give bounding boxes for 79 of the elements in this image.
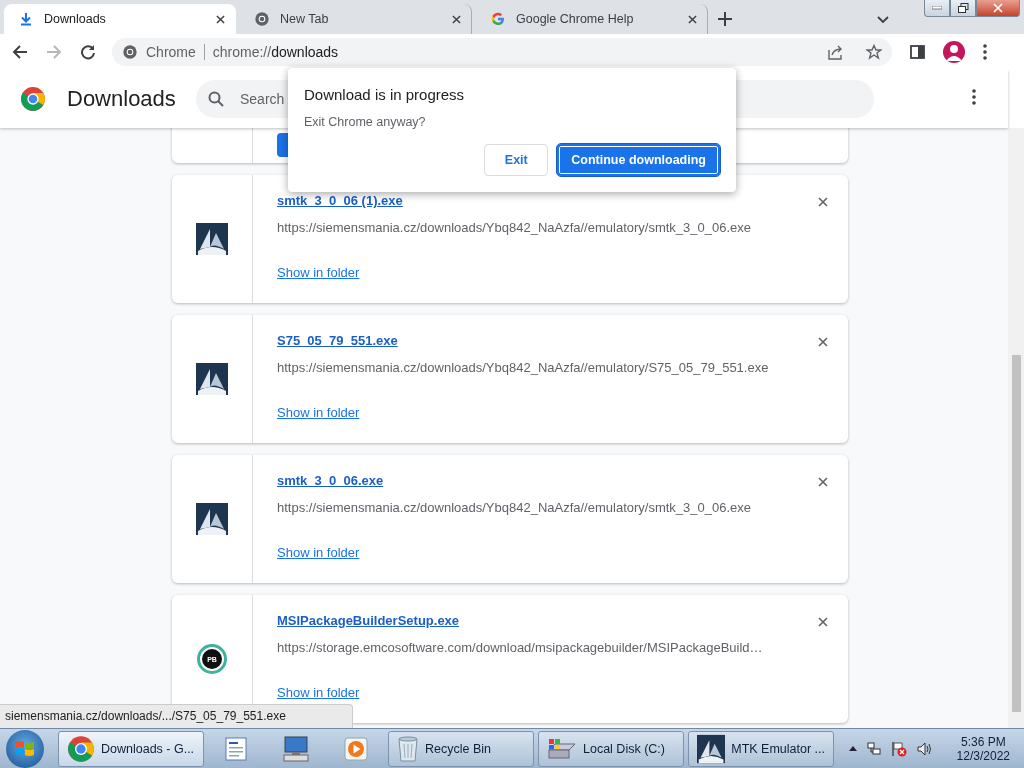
exit-button[interactable]: Exit xyxy=(484,144,549,176)
chrome-logo-icon xyxy=(20,86,46,112)
clock-date: 12/3/2022 xyxy=(956,748,1010,763)
windows-logo-icon xyxy=(15,738,35,759)
google-icon xyxy=(490,11,506,27)
tab-title: New Tab xyxy=(280,12,330,26)
chevron-down-icon[interactable] xyxy=(877,16,889,24)
source-url: https://siemensmania.cz/downloads/Ybq842_NaAzfa//emulatory/smtk_3_0_06.exe xyxy=(277,500,753,515)
back-icon[interactable] xyxy=(12,44,28,60)
share-icon[interactable] xyxy=(828,44,844,60)
site-label: Chrome xyxy=(146,44,196,60)
file-icon xyxy=(196,223,228,255)
taskbar-label: Downloads - G... xyxy=(101,741,195,756)
reload-icon[interactable] xyxy=(80,44,96,60)
close-icon[interactable] xyxy=(688,14,697,24)
close-icon[interactable] xyxy=(452,14,461,24)
file-name-link[interactable]: S75_05_79_551.exe xyxy=(277,333,398,348)
more-icon[interactable] xyxy=(972,89,976,105)
browser-tab[interactable]: Downloads xyxy=(4,4,236,34)
computer-icon xyxy=(282,735,310,762)
status-bubble: siemensmania.cz/downloads/.../S75_05_79_551.exe xyxy=(0,704,353,728)
source-url: https://siemensmania.cz/downloads/Ybq842_NaAzfa//emulatory/S75_05_79_551.exe xyxy=(277,360,770,375)
app-icon xyxy=(697,733,726,764)
url-text: chrome://downloads xyxy=(212,44,340,60)
chrome-icon xyxy=(254,11,270,27)
remove-icon[interactable] xyxy=(818,617,828,627)
media-player-icon xyxy=(344,736,368,761)
file-name-link[interactable]: smtk_3_0_06 (1).exe xyxy=(277,193,403,208)
clock-time: 5:36 PM xyxy=(960,734,1006,749)
show-in-folder-link[interactable]: Show in folder xyxy=(277,685,360,700)
caret-up-icon[interactable] xyxy=(848,746,857,751)
document-icon xyxy=(225,736,247,761)
search-icon xyxy=(208,91,224,107)
chrome-icon xyxy=(122,44,138,60)
star-icon[interactable] xyxy=(866,44,882,60)
close-button[interactable] xyxy=(976,0,1020,17)
drive-icon xyxy=(547,737,577,760)
recycle-bin-icon xyxy=(397,735,419,762)
close-icon[interactable] xyxy=(216,14,225,24)
chrome-icon xyxy=(67,734,95,763)
new-tab-icon[interactable] xyxy=(718,12,732,26)
download-icon xyxy=(18,11,34,27)
taskbar-label: Recycle Bin xyxy=(425,741,491,756)
menu-icon[interactable] xyxy=(983,44,987,60)
tab-title: Downloads xyxy=(44,12,107,26)
dialog-title: Download is in progress xyxy=(304,86,466,103)
minimize-icon xyxy=(932,6,942,10)
clock[interactable]: 5:36 PM 12/3/2022 xyxy=(956,734,1010,763)
file-name-link[interactable]: smtk_3_0_06.exe xyxy=(277,473,384,488)
taskbar-button[interactable]: Recycle Bin xyxy=(388,730,534,767)
show-in-folder-link[interactable]: Show in folder xyxy=(277,405,360,420)
volume-icon[interactable] xyxy=(916,741,933,756)
tab-title: Google Chrome Help xyxy=(516,12,635,26)
dialog-message: Exit Chrome anyway? xyxy=(304,115,427,129)
show-in-folder-link[interactable]: Show in folder xyxy=(277,545,360,560)
restore-button[interactable] xyxy=(950,0,976,17)
show-in-folder-link[interactable]: Show in folder xyxy=(277,265,360,280)
taskbar-button[interactable]: MTK Emulator ... xyxy=(688,730,834,767)
remove-icon[interactable] xyxy=(818,197,828,207)
restore-icon xyxy=(957,3,969,13)
remove-icon[interactable] xyxy=(818,337,828,347)
network-icon[interactable] xyxy=(866,741,881,756)
continue-button[interactable]: Continue downloading xyxy=(557,144,720,176)
side-panel-icon[interactable] xyxy=(910,45,925,59)
taskbar-button[interactable]: Local Disk (C:) xyxy=(538,730,684,767)
file-name-link[interactable]: MSIPackageBuilderSetup.exe xyxy=(277,613,460,628)
address-bar[interactable]: Chrome chrome://downloads xyxy=(112,38,892,66)
source-url: https://siemensmania.cz/downloads/Ybq842_NaAzfa//emulatory/smtk_3_0_06.exe xyxy=(277,220,753,235)
taskbar-label: MTK Emulator ... xyxy=(731,741,825,756)
scrollbar[interactable] xyxy=(1008,128,1024,728)
flag-warning-icon[interactable] xyxy=(890,740,907,757)
file-icon xyxy=(196,503,228,535)
file-icon xyxy=(196,363,228,395)
taskbar-label: Local Disk (C:) xyxy=(583,741,665,756)
taskbar-button[interactable]: Downloads - G... xyxy=(58,730,204,767)
start-button[interactable] xyxy=(6,729,44,768)
source-url: https://storage.emcosoftware.com/download/msipackagebuilder/MSIPackageBuild… xyxy=(277,640,764,655)
remove-icon[interactable] xyxy=(818,477,828,487)
profile-avatar[interactable] xyxy=(943,41,965,63)
